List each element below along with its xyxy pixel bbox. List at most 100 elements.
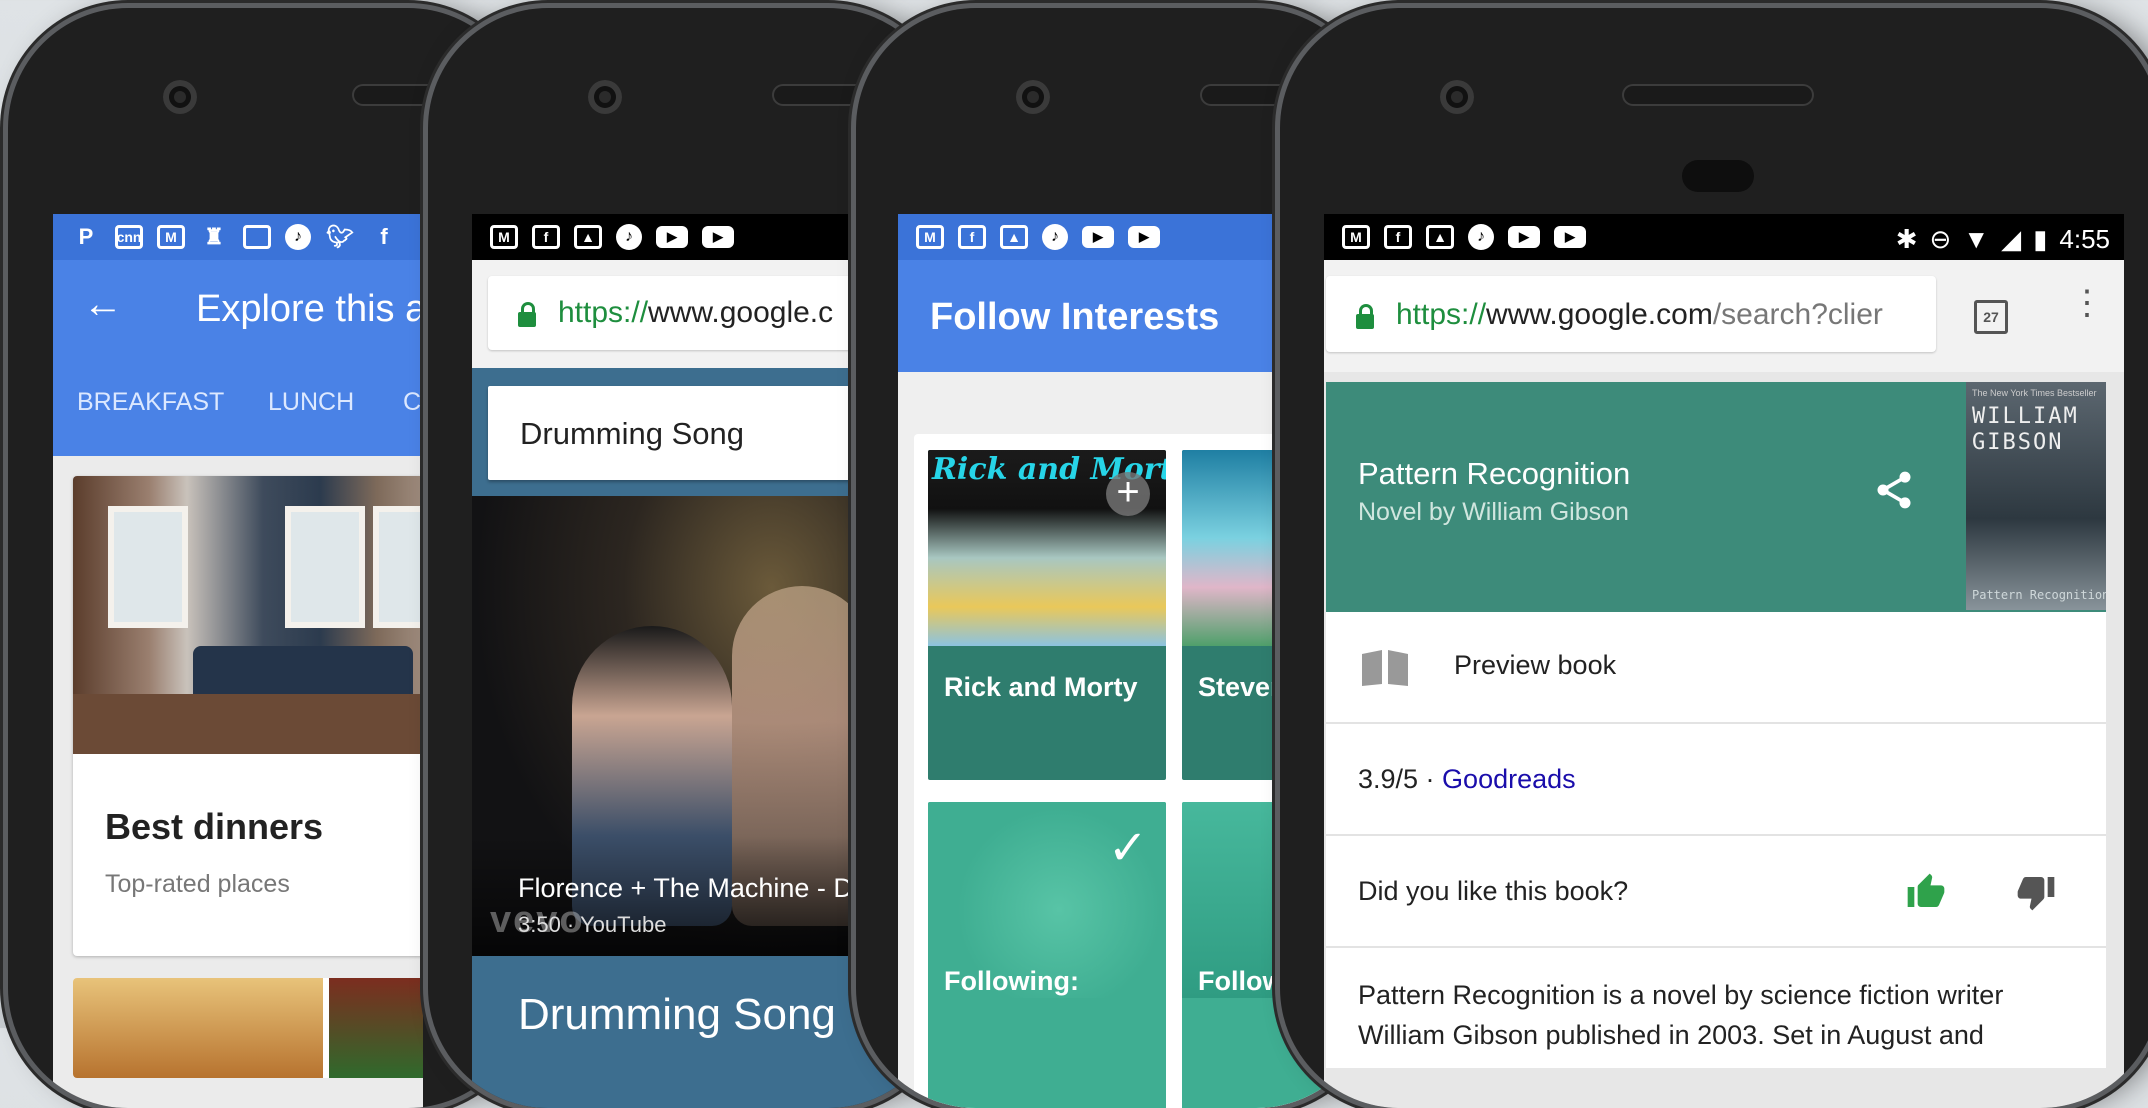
book-subtitle: Novel by William Gibson — [1358, 498, 1629, 526]
status-right: ✱ ⊖ ▼ ◢ ▮ 4:55 — [1896, 224, 2110, 255]
music-icon: ♪ — [285, 224, 311, 250]
best-dinners-card[interactable]: Best dinners Top-rated places — [73, 476, 423, 956]
phone-book-result: M f ▲ ♪ ▶ ▶ ✱ ⊖ ▼ ◢ ▮ 4:55 https://www.g… — [1280, 8, 2148, 1108]
goodreads-link[interactable]: Goodreads — [1442, 764, 1576, 794]
tile-label: Rick and Morty — [944, 672, 1138, 702]
screen: P cnn M ♜ ♪ 🐦︎ f ← Explore this ar BREAK… — [53, 214, 423, 1108]
wifi-icon: ▼ — [1963, 224, 1990, 254]
section-title: Drumming Song — [518, 990, 836, 1039]
url-bar[interactable]: https://www.google.c — [488, 276, 900, 350]
youtube-icon: ▶ — [702, 226, 734, 248]
bag-icon: ♜ — [204, 224, 224, 249]
preview-book-row[interactable]: Preview book — [1326, 612, 2106, 724]
food-photo-2 — [329, 978, 423, 1078]
book-cover[interactable]: The New York Times Bestseller WILLIAM GI… — [1966, 382, 2106, 610]
mail-icon: M — [916, 225, 944, 249]
status-bar: P cnn M ♜ ♪ 🐦︎ f — [53, 214, 423, 260]
book-description-line2: William Gibson published in 2003. Set in… — [1358, 1020, 1984, 1050]
cnn-icon: cnn — [115, 225, 143, 249]
share-icon[interactable] — [1872, 468, 1916, 512]
app-bar: Follow Interests — [898, 260, 1338, 372]
knowledge-panel-header: Pattern Recognition Novel by William Gib… — [1326, 382, 2106, 612]
mail-icon: M — [1342, 225, 1370, 249]
signal-icon: ◢ — [2001, 224, 2022, 254]
facebook-icon: f — [532, 225, 560, 249]
more-menu-icon[interactable]: ⋮ — [2070, 286, 2104, 320]
tile-label: Follow — [1198, 966, 1284, 996]
screen: M f ▲ ♪ ▶ ▶ https://www.google.c Drummin… — [472, 214, 900, 1108]
rating-row: 3.9/5 · Goodreads — [1326, 724, 2106, 836]
description-row: Pattern Recognition is a novel by scienc… — [1326, 948, 2106, 1068]
do-not-disturb-icon: ⊖ — [1929, 224, 1952, 254]
front-camera — [1440, 80, 1474, 114]
tab-breakfast[interactable]: BREAKFAST — [77, 388, 224, 417]
rating-text: 3.9/5 · Goodreads — [1358, 764, 1576, 794]
food-card[interactable] — [73, 978, 423, 1078]
tile-label: Stever — [1198, 672, 1281, 702]
mail-icon: M — [490, 225, 518, 249]
feedback-question: Did you like this book? — [1358, 876, 1629, 906]
youtube-icon: ▶ — [656, 226, 688, 248]
photos-icon: ▲ — [1000, 225, 1028, 249]
status-bar: M f ▲ ♪ ▶ ▶ — [472, 214, 900, 260]
pandora-icon: P — [78, 224, 94, 249]
url-text: https://www.google.com/search?clier — [1396, 298, 1883, 331]
add-icon[interactable]: + — [1106, 472, 1150, 516]
status-bar: M f ▲ ♪ ▶ ▶ ✱ ⊖ ▼ ◢ ▮ 4:55 — [1324, 214, 2124, 260]
search-input[interactable]: Drumming Song — [488, 386, 900, 480]
browser-toolbar: https://www.google.c — [472, 260, 900, 368]
url-bar[interactable]: https://www.google.com/search?clier — [1326, 276, 1936, 352]
search-query: Drumming Song — [520, 416, 744, 451]
thumbs-up-icon[interactable] — [1906, 872, 1946, 912]
check-icon: ✓ — [1107, 822, 1148, 875]
restaurant-photo — [73, 476, 423, 754]
video-result[interactable]: vevo Florence + The Machine - D 3:50 · Y… — [472, 496, 900, 956]
music-icon: ♪ — [616, 224, 642, 250]
back-arrow-icon[interactable]: ← — [83, 282, 123, 327]
card-title: Best dinners — [105, 806, 324, 847]
interest-tile-following[interactable]: ✓ Following: — [928, 802, 1166, 1108]
thumbs-down-icon[interactable] — [2016, 872, 2056, 912]
front-camera — [1016, 80, 1050, 114]
url-text: https://www.google.c — [558, 296, 834, 329]
battery-icon: ▮ — [2033, 224, 2048, 254]
front-camera — [588, 80, 622, 114]
cover-author: WILLIAM GIBSON — [1972, 404, 2079, 455]
youtube-icon: ▶ — [1082, 226, 1114, 248]
cover-tagline: The New York Times Bestseller — [1972, 388, 2097, 398]
app-bar: ← Explore this ar — [53, 260, 423, 354]
tab-switcher-button[interactable]: 27 — [1974, 300, 2008, 334]
interest-tile-rick-and-morty[interactable]: Rick and Morty + Rick and Morty — [928, 450, 1166, 780]
browser-toolbar: https://www.google.com/search?clier 27 ⋮ — [1324, 260, 2124, 372]
facebook-icon: f — [958, 225, 986, 249]
status-bar: M f ▲ ♪ ▶ ▶ — [898, 214, 1338, 260]
tab-clipped[interactable]: C — [403, 388, 421, 417]
food-photo — [73, 978, 323, 1078]
front-camera — [163, 80, 197, 114]
video-title: Florence + The Machine - D — [518, 873, 853, 903]
tab-lunch[interactable]: LUNCH — [268, 388, 354, 417]
page-title: Explore this ar — [196, 288, 423, 330]
tile-label: Following: — [944, 966, 1079, 996]
photos-icon: ▲ — [1426, 225, 1454, 249]
music-icon: ♪ — [1468, 224, 1494, 250]
card-subtitle: Top-rated places — [105, 870, 290, 898]
preview-book-label: Preview book — [1454, 650, 1617, 680]
proximity-sensor — [1682, 160, 1754, 192]
youtube-icon: ▶ — [1128, 226, 1160, 248]
book-icon — [1362, 650, 1408, 686]
facebook-icon: f — [380, 224, 388, 249]
clock: 4:55 — [2059, 224, 2110, 254]
lock-icon — [518, 302, 536, 327]
music-icon: ♪ — [1042, 224, 1068, 250]
page-title: Follow Interests — [930, 296, 1220, 338]
bluetooth-icon: ✱ — [1895, 224, 1918, 254]
category-tabs: BREAKFAST LUNCH C — [53, 354, 423, 456]
speaker-grille — [1622, 84, 1814, 106]
mail-icon: M — [157, 225, 185, 249]
twitter-icon: 🐦︎ — [326, 224, 354, 249]
screen: M f ▲ ♪ ▶ ▶ ✱ ⊖ ▼ ◢ ▮ 4:55 https://www.g… — [1324, 214, 2124, 1108]
cover-title: Pattern Recognition — [1972, 588, 2106, 602]
feedback-row: Did you like this book? — [1326, 836, 2106, 948]
lock-icon — [1356, 304, 1374, 329]
